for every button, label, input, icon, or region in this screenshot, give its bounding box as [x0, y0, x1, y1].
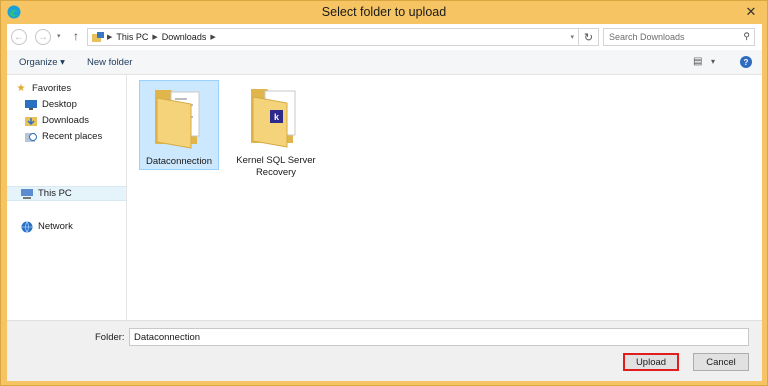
folder-icon [155, 90, 200, 149]
file-dialog-window: Select folder to upload ✕ ← → ▾ ↑ ▶ This… [0, 0, 768, 386]
file-list-view: Dataconnection k Kernel SQL Server Recov… [129, 75, 762, 320]
view-options-icon[interactable]: ▤ [693, 56, 702, 67]
folder-field-label: Folder: [95, 332, 125, 343]
sidebar-item-label: Desktop [42, 99, 77, 110]
up-level-button[interactable]: ↑ [73, 29, 79, 43]
recent-locations-dropdown[interactable]: ▾ [57, 32, 61, 40]
sidebar-item-label: This PC [38, 188, 72, 199]
breadcrumb-separator-icon: ▶ [210, 34, 216, 41]
sidebar-item-recent-places[interactable]: Recent places [25, 129, 144, 144]
recent-places-icon [25, 131, 37, 142]
downloads-folder-icon [25, 115, 37, 126]
sidebar-item-network[interactable]: Network [21, 219, 140, 234]
dialog-footer: Folder: Dataconnection Upload Cancel [7, 320, 762, 381]
search-placeholder: Search Downloads [609, 32, 685, 42]
search-icon: ⚲ [743, 31, 750, 41]
cancel-button[interactable]: Cancel [693, 353, 749, 371]
navigation-pane: ★ Favorites Desktop Downloads Recent pla… [7, 75, 127, 320]
refresh-icon: ↻ [583, 31, 594, 44]
close-button[interactable]: ✕ [741, 3, 761, 21]
computer-icon [21, 188, 33, 199]
desktop-icon [25, 99, 37, 110]
star-icon: ★ [16, 83, 26, 94]
breadcrumb-separator-icon: ▶ [152, 34, 158, 41]
forward-button[interactable]: → [35, 29, 51, 45]
refresh-button[interactable]: ↻ [579, 28, 599, 46]
sidebar-item-this-pc[interactable]: This PC [7, 186, 126, 201]
close-icon: ✕ [745, 4, 757, 19]
network-icon [21, 220, 33, 233]
sidebar-item-favorites[interactable]: ★ Favorites [15, 81, 134, 96]
folder-label: Dataconnection [145, 156, 213, 167]
sidebar-item-label: Network [38, 221, 73, 232]
folder-label: Kernel SQL Server Recovery [236, 155, 316, 178]
dialog-title: Select folder to upload [321, 5, 447, 19]
sidebar-item-label: Downloads [42, 115, 89, 126]
view-dropdown-icon[interactable]: ▾ [711, 57, 715, 66]
breadcrumb-separator-icon: ▶ [107, 34, 113, 41]
organize-button[interactable]: Organize ▾ [19, 57, 65, 68]
upload-button[interactable]: Upload [623, 353, 679, 371]
folder-name-input[interactable]: Dataconnection [129, 328, 749, 346]
back-button[interactable]: ← [11, 29, 27, 45]
sidebar-item-label: Recent places [42, 131, 103, 142]
search-input[interactable]: Search Downloads ⚲ [603, 28, 755, 46]
breadcrumb-downloads[interactable]: Downloads [162, 32, 207, 42]
back-arrow-icon: ← [14, 31, 24, 43]
dialog-body: ← → ▾ ↑ ▶ This PC ▶ Downloads ▶ ▾ ↻ Sear… [7, 24, 762, 381]
address-dropdown-icon[interactable]: ▾ [570, 33, 574, 41]
sidebar-item-label: Favorites [32, 83, 72, 94]
sidebar-item-desktop[interactable]: Desktop [25, 97, 144, 112]
folder-item-dataconnection[interactable]: Dataconnection [139, 80, 219, 170]
address-bar[interactable]: ▶ This PC ▶ Downloads ▶ ▾ [87, 28, 579, 46]
folder-item-kernel-sql-server-recovery[interactable]: k Kernel SQL Server Recovery [233, 80, 319, 178]
title-bar: Select folder to upload ✕ [1, 1, 767, 24]
new-folder-button[interactable]: New folder [87, 57, 132, 68]
help-icon[interactable]: ? [740, 56, 752, 68]
kernel-app-badge-icon: k [270, 110, 283, 123]
breadcrumb-this-pc[interactable]: This PC [116, 32, 148, 42]
command-toolbar: Organize ▾ New folder ▤ ▾ ? [7, 50, 762, 75]
computer-folder-icon [92, 31, 104, 42]
navigation-row: ← → ▾ ↑ ▶ This PC ▶ Downloads ▶ ▾ ↻ Sear… [7, 24, 762, 50]
sidebar-item-downloads[interactable]: Downloads [25, 113, 144, 128]
forward-arrow-icon: → [38, 31, 48, 43]
